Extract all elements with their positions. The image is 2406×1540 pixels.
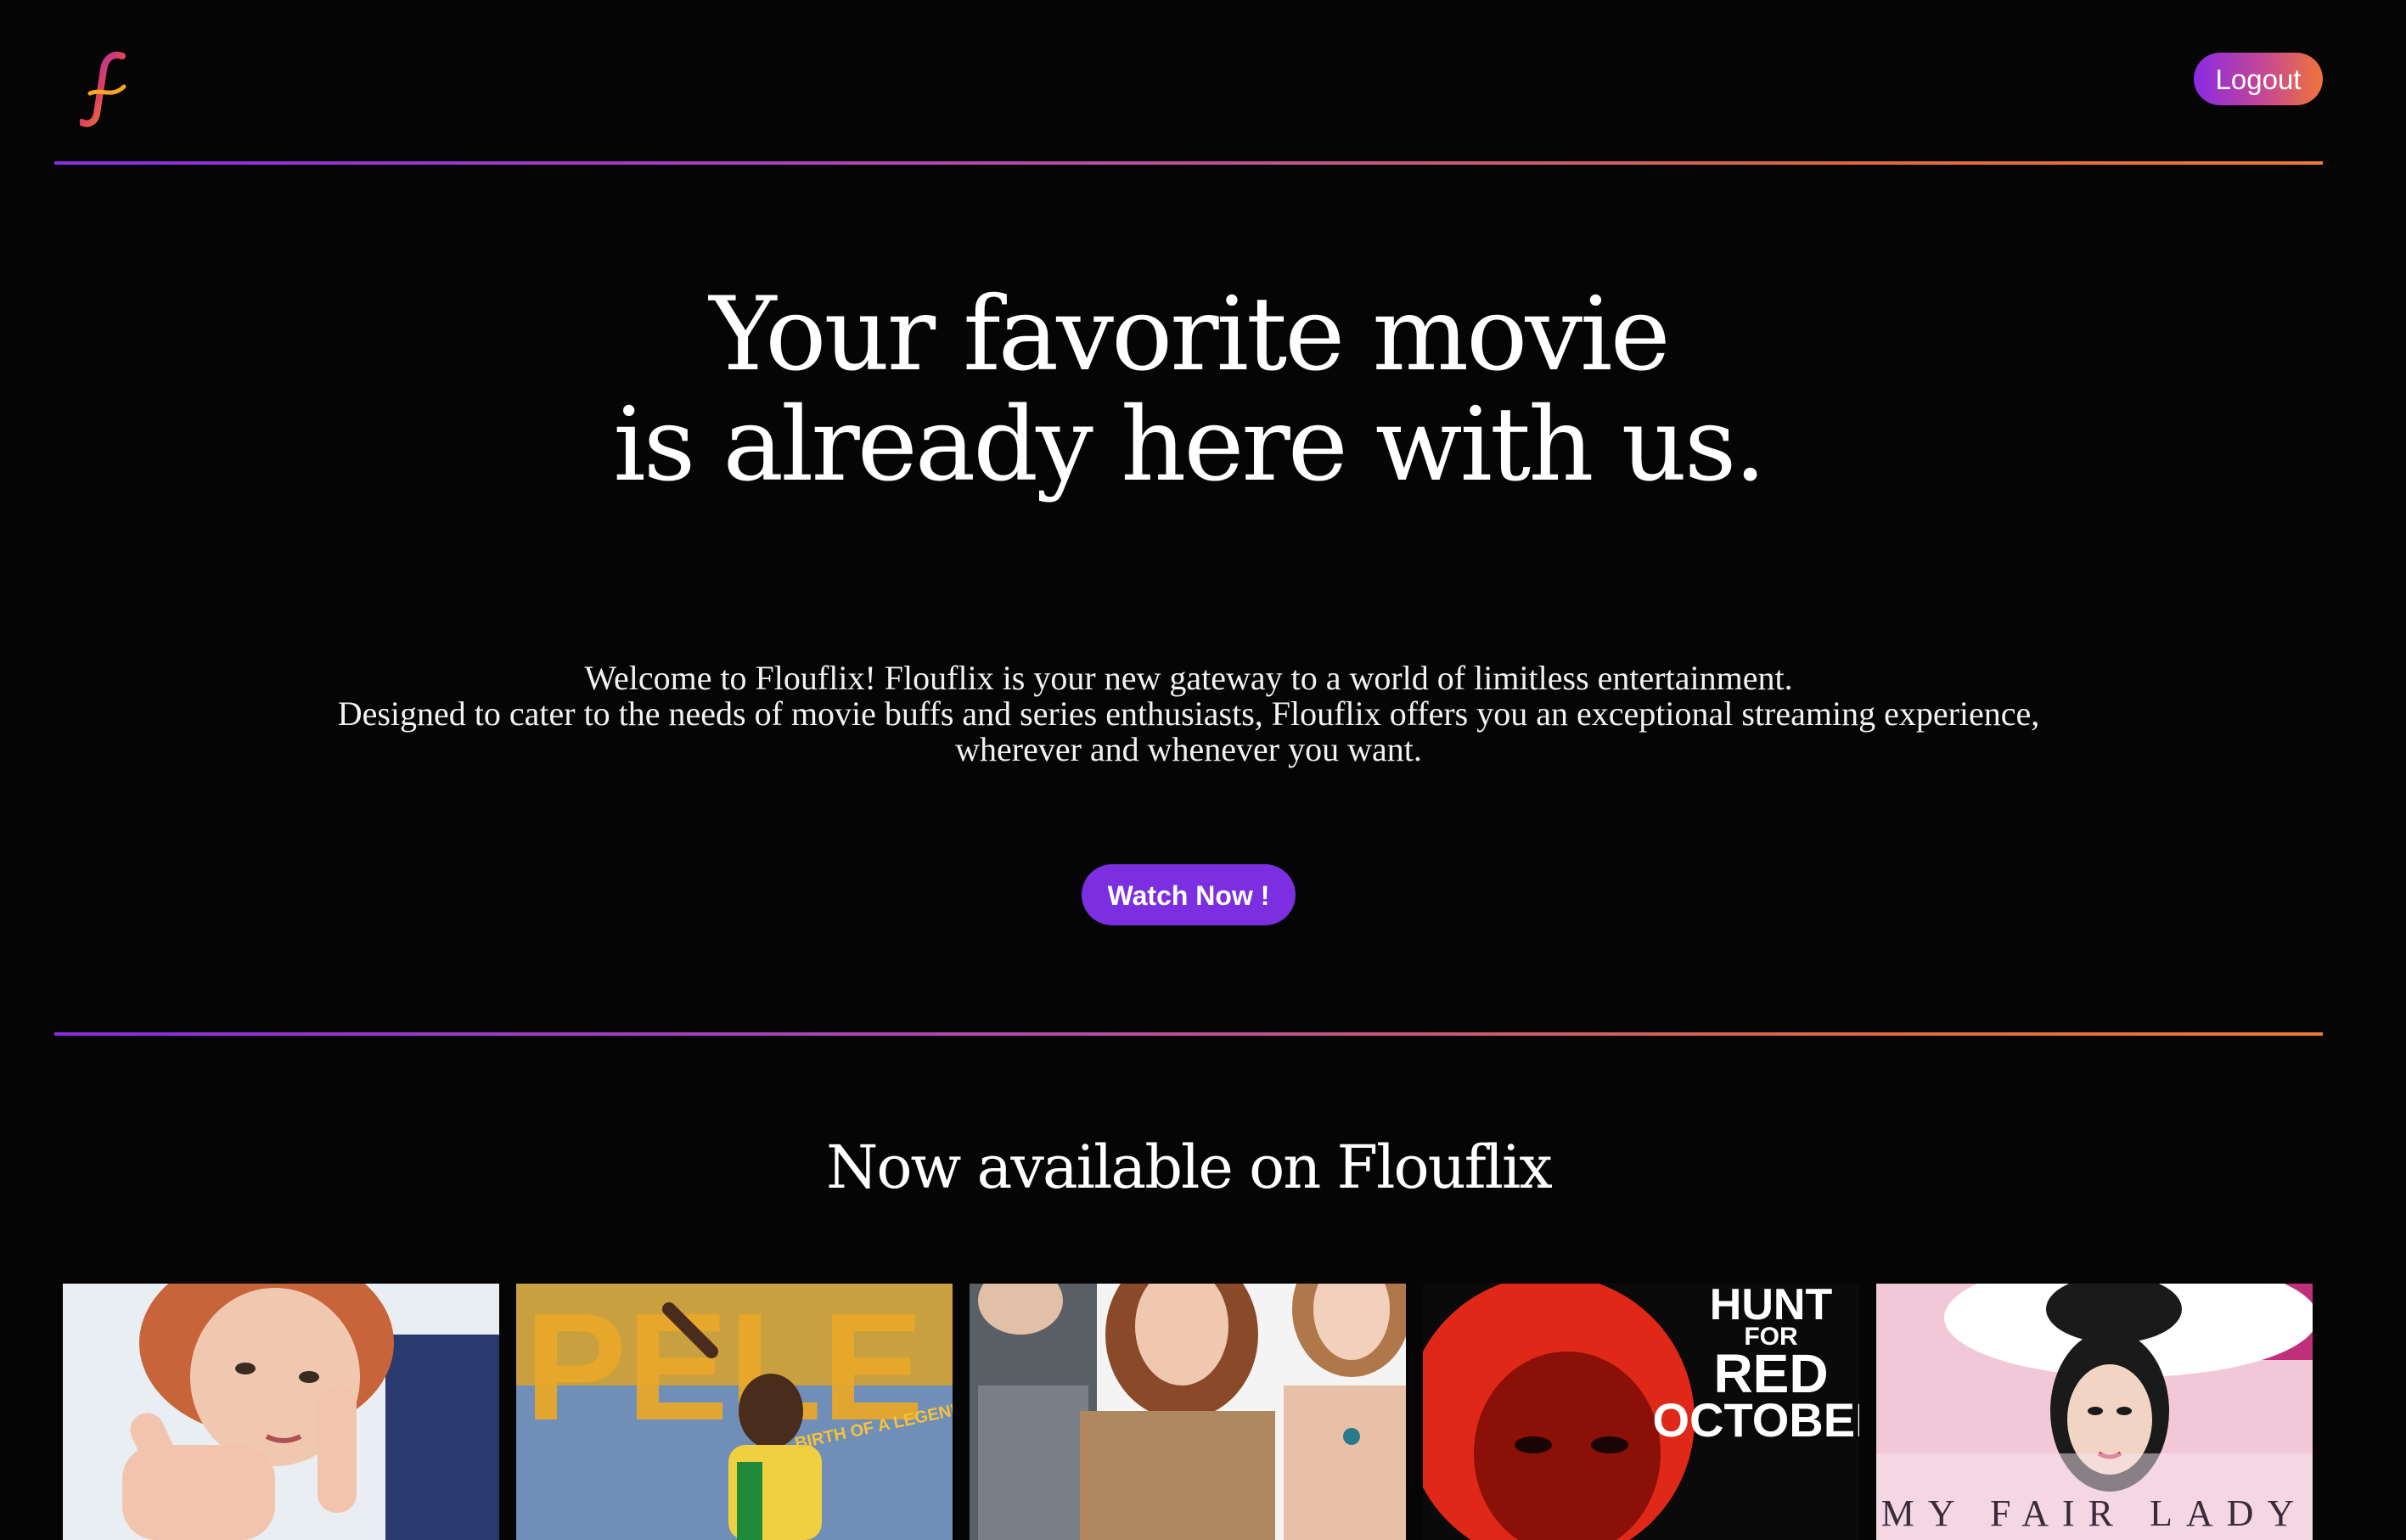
hero-description-line-1: Welcome to Flouflix! Flouflix is your ne… [584, 659, 1793, 697]
hero-title-line-1: Your favorite movie [709, 276, 1670, 394]
hunt-for-red-october-poster[interactable]: HUNT FOR RED OCTOBER [1423, 1284, 1859, 1540]
hero-description-line-3: wherever and whenever you want. [955, 730, 1422, 768]
pele-poster[interactable]: PELE BIRTH OF A LEGEND [516, 1284, 953, 1540]
logout-button[interactable]: Logout [2194, 53, 2323, 105]
hero-title-line-2: is already here with us. [613, 386, 1766, 504]
top-divider [54, 161, 2323, 165]
hunt-title-line-4: OCTOBER [1653, 1393, 1860, 1447]
hero-description-line-2: Designed to cater to the needs of movie … [337, 694, 2040, 733]
watch-now-button[interactable]: Watch Now ! [1082, 864, 1296, 925]
three-women-poster[interactable] [970, 1284, 1406, 1540]
page: Logout Your favorite movie is already he… [0, 0, 2406, 1540]
now-available-title: Now available on Flouflix [826, 1133, 1553, 1202]
poster-row: PELE BIRTH OF A LEGEND HUNT FOR RED OCTO… [63, 1284, 2321, 1540]
flouflix-logo-icon[interactable] [78, 51, 132, 129]
woman-hand-sign-poster[interactable] [63, 1284, 499, 1540]
hero-title: Your favorite movie is already here with… [0, 280, 2377, 501]
hero-description: Welcome to Flouflix! Flouflix is your ne… [0, 660, 2377, 767]
my-fair-lady-title: MY FAIR LADY [1881, 1492, 2308, 1534]
middle-divider [54, 1032, 2323, 1036]
my-fair-lady-poster[interactable]: MY FAIR LADY [1876, 1284, 2313, 1540]
